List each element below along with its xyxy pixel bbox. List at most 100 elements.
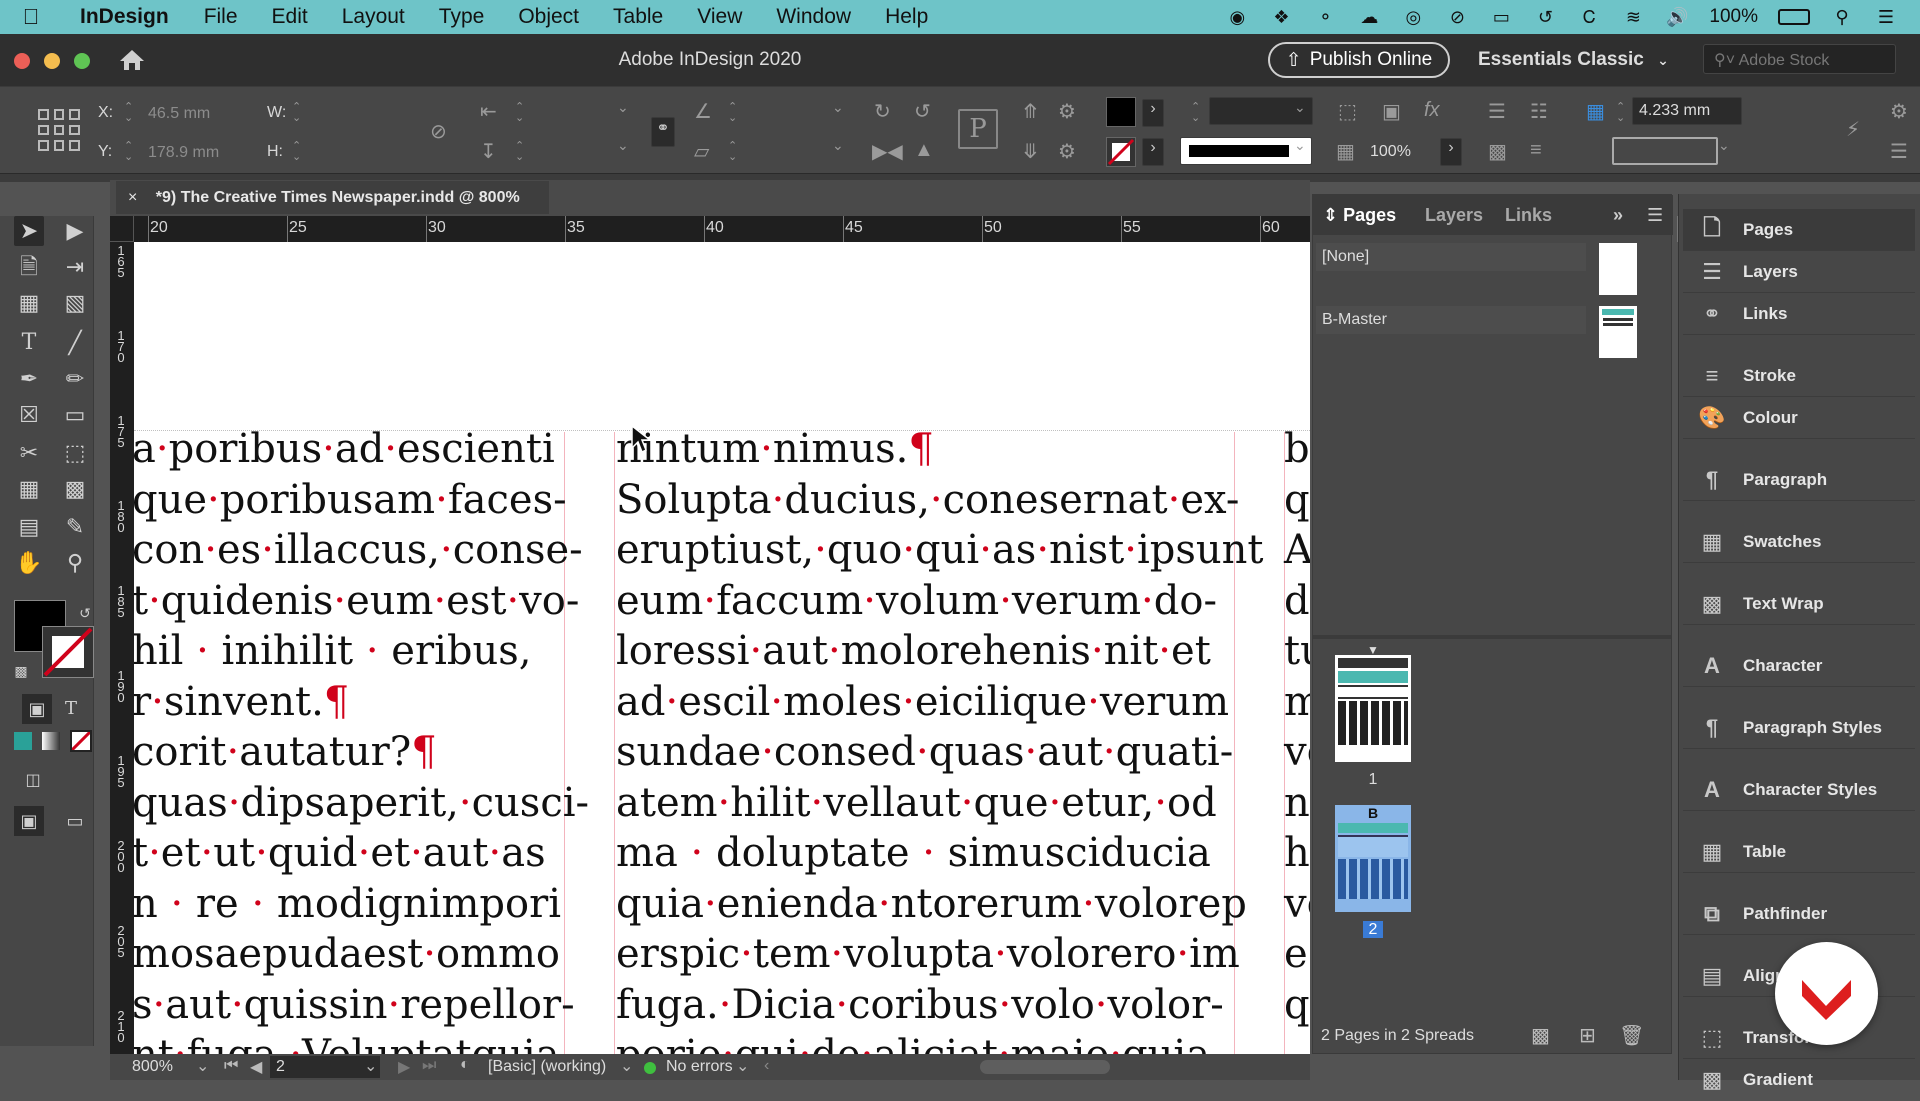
h-stepper[interactable]: ⌃ ⌄ [292, 141, 301, 163]
formatting-text-icon[interactable]: T [56, 694, 86, 724]
stroke-arrow-button[interactable]: › [1142, 138, 1164, 166]
scale-y-stepper[interactable]: ⌃ ⌄ [515, 141, 524, 163]
text-column-left[interactable]: a·poribus·ad·escienti que·poribusam·faces… [134, 424, 589, 1054]
auto-fit-icon[interactable]: ▦ [1586, 99, 1605, 124]
page-dropdown-icon[interactable]: ⌄ [364, 1056, 377, 1076]
direction-p-icon[interactable]: P [958, 109, 998, 149]
shear-stepper[interactable]: ⌃ ⌄ [728, 141, 737, 163]
page-tool-icon[interactable]: 🗎 [14, 252, 44, 282]
text-column-right[interactable]: bqAdtumvenhveeq [1284, 424, 1310, 1054]
dock-pathfinder[interactable]: ⧉ Pathfinder [1683, 893, 1915, 935]
screen-mode-preview-icon[interactable]: ▭ [60, 806, 90, 836]
panel-menu-icon[interactable]: ☰ [1890, 139, 1908, 164]
line-tool-icon[interactable]: ╱ [60, 328, 90, 358]
dropdown-arrow-icon[interactable]: ⌄ [832, 99, 844, 116]
direct-selection-tool-icon[interactable]: ▶ [60, 216, 90, 246]
fill-arrow-button[interactable]: › [1142, 99, 1164, 127]
wifi-icon[interactable]: ≋ [1621, 6, 1645, 28]
tab-pages[interactable]: ⇕ Pages [1323, 205, 1396, 226]
fill-swatch[interactable] [1106, 97, 1136, 127]
gap-tool-icon[interactable]: ⇥ [60, 252, 90, 282]
object-style-field[interactable] [1612, 137, 1718, 165]
select-content-icon[interactable]: ⤋ [1022, 139, 1039, 164]
dock-stroke[interactable]: ≡ Stroke [1683, 355, 1915, 397]
spacing-stepper[interactable]: ⌃ ⌄ [1616, 102, 1625, 124]
close-tab-icon[interactable]: × [128, 189, 137, 206]
opacity-icon[interactable]: ▦ [1336, 139, 1355, 164]
apply-color-icon[interactable] [14, 732, 32, 750]
edit-page-size-icon[interactable]: ▩ [1531, 1023, 1550, 1048]
content-collector-icon[interactable]: ▦ [14, 288, 44, 318]
horizontal-ruler[interactable]: 2025303540455055606570758085 [110, 216, 1836, 242]
preflight-status[interactable]: No errors [666, 1058, 733, 1076]
brand-badge[interactable] [1775, 942, 1878, 1045]
dock-colour[interactable]: 🎨 Colour [1683, 397, 1915, 439]
stroke-type-field[interactable] [1180, 137, 1312, 165]
master-none[interactable]: [None] [1316, 243, 1586, 271]
content-placer-icon[interactable]: ▧ [60, 288, 90, 318]
page-1-number[interactable]: 1 [1314, 771, 1432, 793]
stroke-weight-stepper[interactable]: ⌃ ⌄ [1191, 102, 1200, 124]
dock-layers[interactable]: ☰ Layers [1683, 251, 1915, 293]
battery-icon[interactable] [1778, 9, 1810, 25]
first-page-icon[interactable]: ⏮ [224, 1057, 238, 1075]
dropdown-arrow-icon[interactable]: ⌄ [617, 137, 629, 154]
dock-character-styles[interactable]: A Character Styles [1683, 769, 1915, 811]
frame-fitting-icon[interactable]: ⬚ [1338, 99, 1357, 124]
stroke-color-swatch[interactable] [42, 626, 94, 678]
dock-paragraph-styles[interactable]: ¶ Paragraph Styles [1683, 707, 1915, 749]
spacing-field[interactable]: 4.233 mm [1632, 97, 1742, 125]
scroll-left-icon[interactable]: ‹ [764, 1057, 769, 1075]
time-machine-icon[interactable]: ↺ [1533, 6, 1557, 28]
flip-vertical-icon[interactable]: ▲ [914, 139, 934, 162]
apply-gradient-icon[interactable] [42, 732, 60, 750]
record-icon[interactable]: ◉ [1225, 6, 1249, 28]
menu-window[interactable]: Window [759, 5, 868, 29]
text-wrap-icon[interactable]: ▩ [1488, 139, 1507, 164]
preview-mode-icon[interactable]: ◫ [18, 766, 48, 796]
tab-links[interactable]: Links [1505, 205, 1552, 226]
scissors-tool-icon[interactable]: ✂ [14, 438, 44, 468]
swap-colors-icon[interactable]: ↺ [76, 598, 94, 628]
gradient-feather-tool-icon[interactable]: ▩ [60, 474, 90, 504]
menu-object[interactable]: Object [501, 5, 596, 29]
select-container-icon[interactable]: ⤊ [1022, 99, 1039, 124]
page-2-number[interactable]: 2 [1314, 921, 1432, 943]
workspace-switcher[interactable]: Essentials Classic ⌄ [1478, 49, 1669, 71]
y-stepper[interactable]: ⌃ ⌄ [124, 141, 133, 163]
x-stepper[interactable]: ⌃ ⌄ [124, 102, 133, 124]
x-field[interactable]: 46.5 mm [142, 101, 252, 127]
page-2-thumb[interactable]: B [1335, 805, 1411, 912]
default-colors-icon[interactable]: ▩ [12, 656, 30, 686]
menu-table[interactable]: Table [596, 5, 680, 29]
rotate-cw-icon[interactable]: ↻ [874, 99, 891, 124]
do-not-disturb-icon[interactable]: ⊘ [1445, 6, 1469, 28]
menu-file[interactable]: File [187, 5, 255, 29]
select-next-icon[interactable]: ⚙ [1058, 139, 1076, 164]
scale-x-stepper[interactable]: ⌃ ⌄ [515, 102, 524, 124]
dock-pages[interactable]: 🗋 Pages [1683, 209, 1915, 251]
last-page-icon[interactable]: ⏭ [422, 1057, 436, 1075]
master-b-thumb[interactable] [1599, 306, 1637, 358]
dock-links[interactable]: ⚭ Links [1683, 293, 1915, 335]
menu-view[interactable]: View [680, 5, 759, 29]
dock-character[interactable]: A Character [1683, 645, 1915, 687]
hand-tool-icon[interactable]: ✋ [14, 548, 44, 578]
rotate-ccw-icon[interactable]: ↺ [914, 99, 931, 124]
stroke-swatch[interactable] [1106, 137, 1136, 167]
formatting-container-icon[interactable]: ▣ [22, 694, 52, 724]
ruler-origin[interactable] [110, 216, 134, 242]
menu-layout[interactable]: Layout [325, 5, 422, 29]
control-center-icon[interactable]: ☰ [1874, 6, 1898, 28]
opacity-arrow-button[interactable]: › [1440, 138, 1462, 166]
select-previous-icon[interactable]: ⚙ [1058, 99, 1076, 124]
master-none-thumb[interactable] [1599, 243, 1637, 295]
effects-fx-icon[interactable]: fx [1424, 99, 1440, 122]
new-page-icon[interactable]: ⊞ [1579, 1023, 1596, 1048]
tab-layers[interactable]: Layers [1425, 205, 1483, 226]
adobe-stock-search[interactable]: ⚲˅ Adobe Stock [1703, 44, 1896, 74]
horizontal-scrollbar[interactable] [980, 1060, 1110, 1074]
dropbox-icon[interactable]: ❖ [1269, 6, 1293, 28]
note-tool-icon[interactable]: ▤ [14, 512, 44, 542]
dropdown-arrow-icon[interactable]: ⌄ [617, 99, 629, 116]
